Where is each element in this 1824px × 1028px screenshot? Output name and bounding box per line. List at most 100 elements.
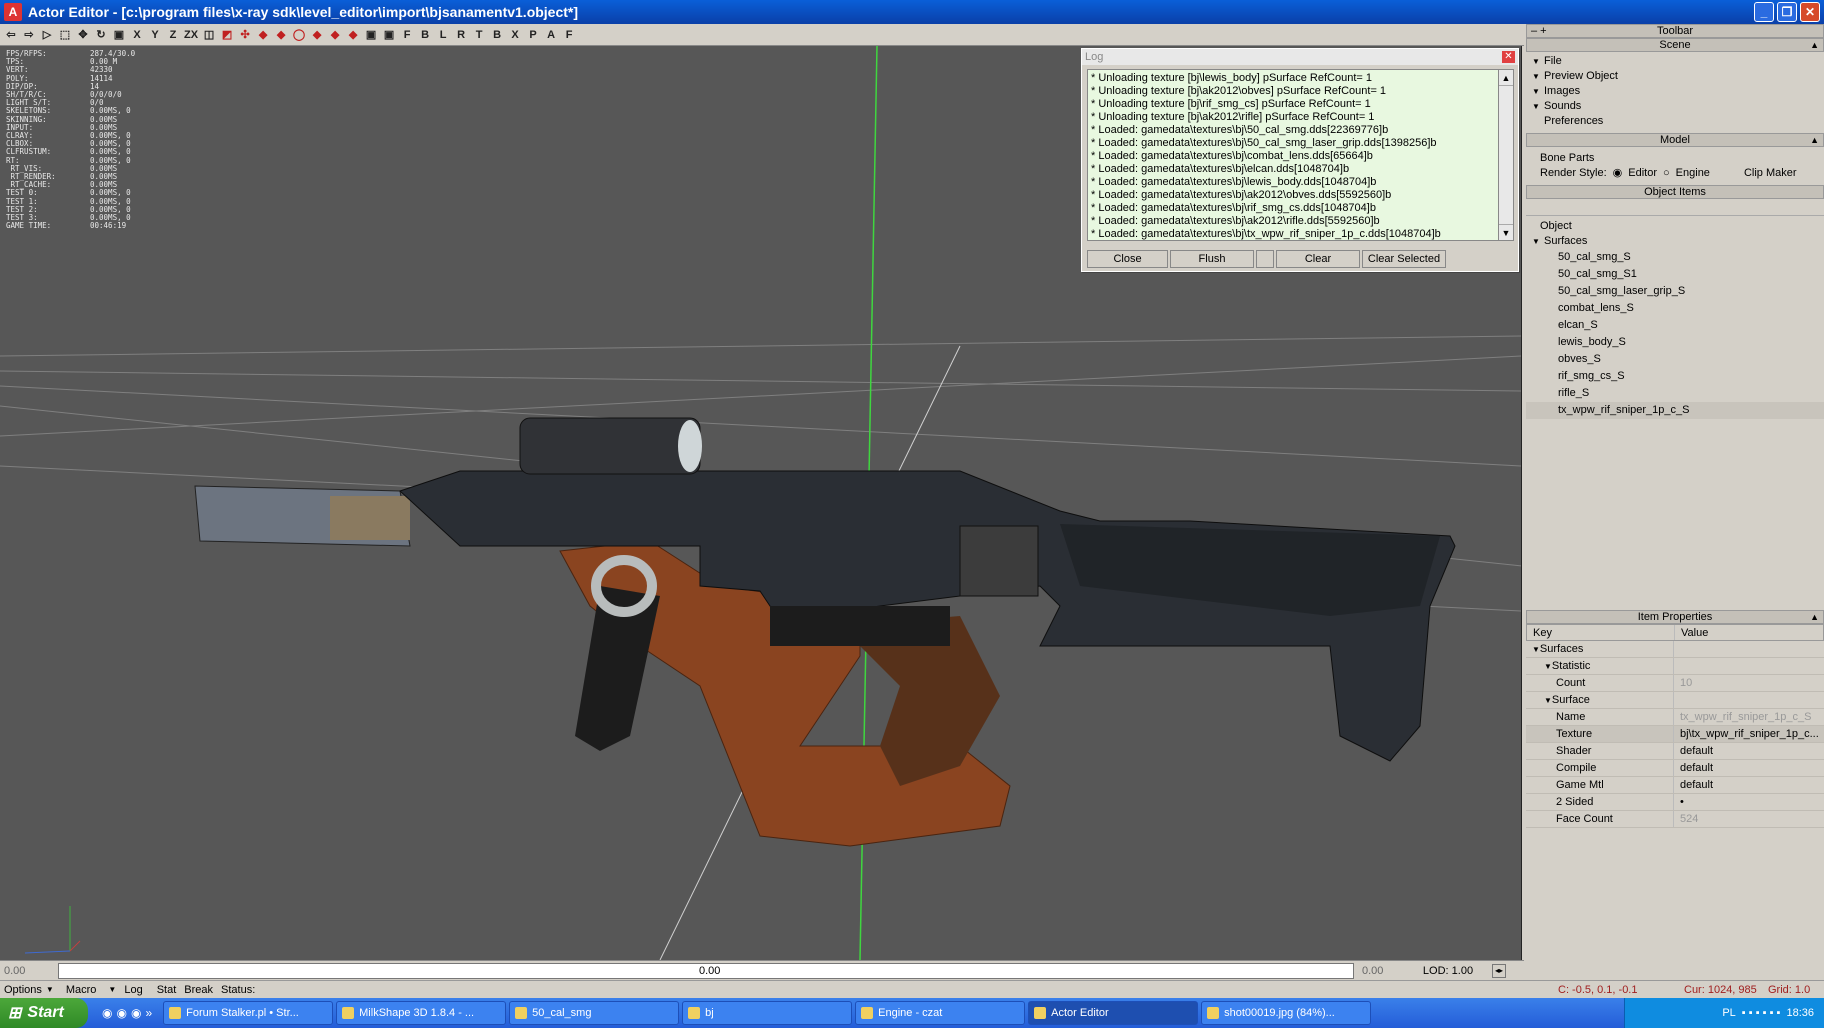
task-button[interactable]: MilkShape 3D 1.8.4 - ...: [336, 1001, 507, 1025]
toolbar-button[interactable]: ↻: [94, 26, 108, 44]
surface-item[interactable]: rif_smg_cs_S: [1526, 368, 1824, 385]
log-close-icon[interactable]: ✕: [1502, 51, 1515, 63]
toolbar-button[interactable]: ▣: [112, 26, 126, 44]
surface-item[interactable]: elcan_S: [1526, 317, 1824, 334]
clock[interactable]: 18:36: [1786, 1007, 1814, 1019]
toolbar-button[interactable]: B: [418, 26, 432, 44]
scene-header[interactable]: Scene ▲: [1526, 38, 1824, 52]
scroll-down-icon[interactable]: ▼: [1499, 224, 1513, 240]
surface-item[interactable]: tx_wpw_rif_sniper_1p_c_S: [1526, 402, 1824, 419]
dropdown-icon[interactable]: ▼: [108, 985, 116, 994]
value-column-header[interactable]: Value: [1675, 625, 1823, 640]
prop-value[interactable]: [1674, 658, 1824, 674]
timeline-slider[interactable]: 0.00: [58, 962, 1354, 979]
log-close-button[interactable]: Close: [1087, 250, 1168, 268]
log-flush-button[interactable]: Flush: [1170, 250, 1254, 268]
toolbar-header[interactable]: – + Toolbar: [1526, 24, 1824, 38]
toolbar-button[interactable]: X: [130, 26, 144, 44]
render-style-editor[interactable]: Editor: [1628, 166, 1657, 181]
render-style-engine[interactable]: Engine: [1676, 166, 1710, 181]
toolbar-button[interactable]: ⇨: [22, 26, 36, 44]
toolbar-button[interactable]: ZX: [184, 26, 198, 44]
model-header[interactable]: Model ▲: [1526, 133, 1824, 147]
toolbar-button[interactable]: ✣: [238, 26, 252, 44]
browser-icon[interactable]: ◉: [102, 1006, 112, 1020]
prop-row[interactable]: ▼Surface: [1526, 692, 1824, 709]
toolbar-button[interactable]: ▣: [364, 26, 378, 44]
surface-item[interactable]: rifle_S: [1526, 385, 1824, 402]
prop-row[interactable]: Game Mtl default: [1526, 777, 1824, 794]
item-properties-header[interactable]: Item Properties ▲: [1526, 610, 1824, 624]
minimize-icon[interactable]: _: [1754, 2, 1774, 22]
log-button[interactable]: Log: [116, 984, 150, 996]
toolbar-button[interactable]: L: [436, 26, 450, 44]
collapse-icon[interactable]: ▲: [1810, 134, 1819, 146]
prop-value[interactable]: default: [1674, 760, 1824, 776]
prop-value[interactable]: default: [1674, 743, 1824, 759]
toolbar-button[interactable]: ◆: [274, 26, 288, 44]
toolbar-button[interactable]: F: [400, 26, 414, 44]
toolbar-button[interactable]: ✥: [76, 26, 90, 44]
surface-item[interactable]: obves_S: [1526, 351, 1824, 368]
tray-icons[interactable]: ▪ ▪ ▪ ▪ ▪ ▪: [1742, 1007, 1781, 1019]
lod-value[interactable]: LOD: 1.00: [1404, 965, 1492, 977]
language-indicator[interactable]: PL: [1722, 1007, 1735, 1019]
task-button[interactable]: Engine - czat: [855, 1001, 1026, 1025]
dropdown-icon[interactable]: ▼: [46, 985, 54, 994]
prop-value[interactable]: [1674, 692, 1824, 708]
key-column-header[interactable]: Key: [1527, 625, 1675, 640]
maximize-icon[interactable]: ❐: [1777, 2, 1797, 22]
more-icon[interactable]: »: [145, 1006, 152, 1020]
scene-item-preferences[interactable]: Preferences: [1526, 114, 1824, 129]
task-button[interactable]: 50_cal_smg: [509, 1001, 680, 1025]
toolbar-button[interactable]: ▷: [40, 26, 54, 44]
ie-icon[interactable]: ◉: [131, 1006, 141, 1020]
prop-row[interactable]: ▼Surfaces: [1526, 641, 1824, 658]
prop-row[interactable]: ▼Statistic: [1526, 658, 1824, 675]
toolbar-button[interactable]: P: [526, 26, 540, 44]
scene-item-preview-object[interactable]: ▼ Preview Object: [1526, 69, 1824, 84]
toolbar-button[interactable]: T: [472, 26, 486, 44]
scene-item-file[interactable]: ▼ File: [1526, 54, 1824, 69]
scene-item-images[interactable]: ▼ Images: [1526, 84, 1824, 99]
options-button[interactable]: Options: [0, 984, 46, 996]
toolbar-button[interactable]: ◆: [256, 26, 270, 44]
expand-icon[interactable]: ▼: [1532, 645, 1540, 654]
stat-button[interactable]: Stat: [151, 984, 183, 996]
expand-icon[interactable]: ▼: [1544, 696, 1552, 705]
radio-icon[interactable]: ○: [1663, 166, 1670, 181]
toolbar-button[interactable]: ⇦: [4, 26, 18, 44]
prop-row[interactable]: Face Count 524: [1526, 811, 1824, 828]
task-button[interactable]: shot00019.jpg (84%)...: [1201, 1001, 1372, 1025]
toolbar-button[interactable]: ◆: [346, 26, 360, 44]
scene-item-sounds[interactable]: ▼ Sounds: [1526, 99, 1824, 114]
bone-parts-button[interactable]: Bone Parts: [1526, 151, 1824, 166]
toolbar-button[interactable]: ◯: [292, 26, 306, 44]
toolbar-button[interactable]: ◩: [220, 26, 234, 44]
object-node[interactable]: Object: [1526, 219, 1824, 234]
expand-icon[interactable]: ▼: [1544, 662, 1552, 671]
close-icon[interactable]: ✕: [1800, 2, 1820, 22]
toolbar-button[interactable]: Z: [166, 26, 180, 44]
toolbar-button[interactable]: ◫: [202, 26, 216, 44]
surface-item[interactable]: 50_cal_smg_S: [1526, 249, 1824, 266]
surface-item[interactable]: 50_cal_smg_laser_grip_S: [1526, 283, 1824, 300]
toolbar-button[interactable]: ⬚: [58, 26, 72, 44]
toolbar-button[interactable]: X: [508, 26, 522, 44]
toolbar-button[interactable]: ◆: [310, 26, 324, 44]
toolbar-button[interactable]: ◆: [328, 26, 342, 44]
break-button[interactable]: Break: [182, 984, 215, 996]
toolbar-button[interactable]: A: [544, 26, 558, 44]
prop-row[interactable]: 2 Sided •: [1526, 794, 1824, 811]
pin-icon[interactable]: – +: [1531, 25, 1547, 37]
start-button[interactable]: ⊞ Start: [0, 998, 88, 1028]
prop-value[interactable]: default: [1674, 777, 1824, 793]
toolbar-button[interactable]: R: [454, 26, 468, 44]
toolbar-button[interactable]: ▣: [382, 26, 396, 44]
prop-row[interactable]: Compile default: [1526, 760, 1824, 777]
prop-row[interactable]: Texture bj\tx_wpw_rif_sniper_1p_c...: [1526, 726, 1824, 743]
surface-item[interactable]: lewis_body_S: [1526, 334, 1824, 351]
toolbar-button[interactable]: Y: [148, 26, 162, 44]
toolbar-button[interactable]: B: [490, 26, 504, 44]
clip-maker-button[interactable]: Clip Maker: [1744, 166, 1797, 181]
